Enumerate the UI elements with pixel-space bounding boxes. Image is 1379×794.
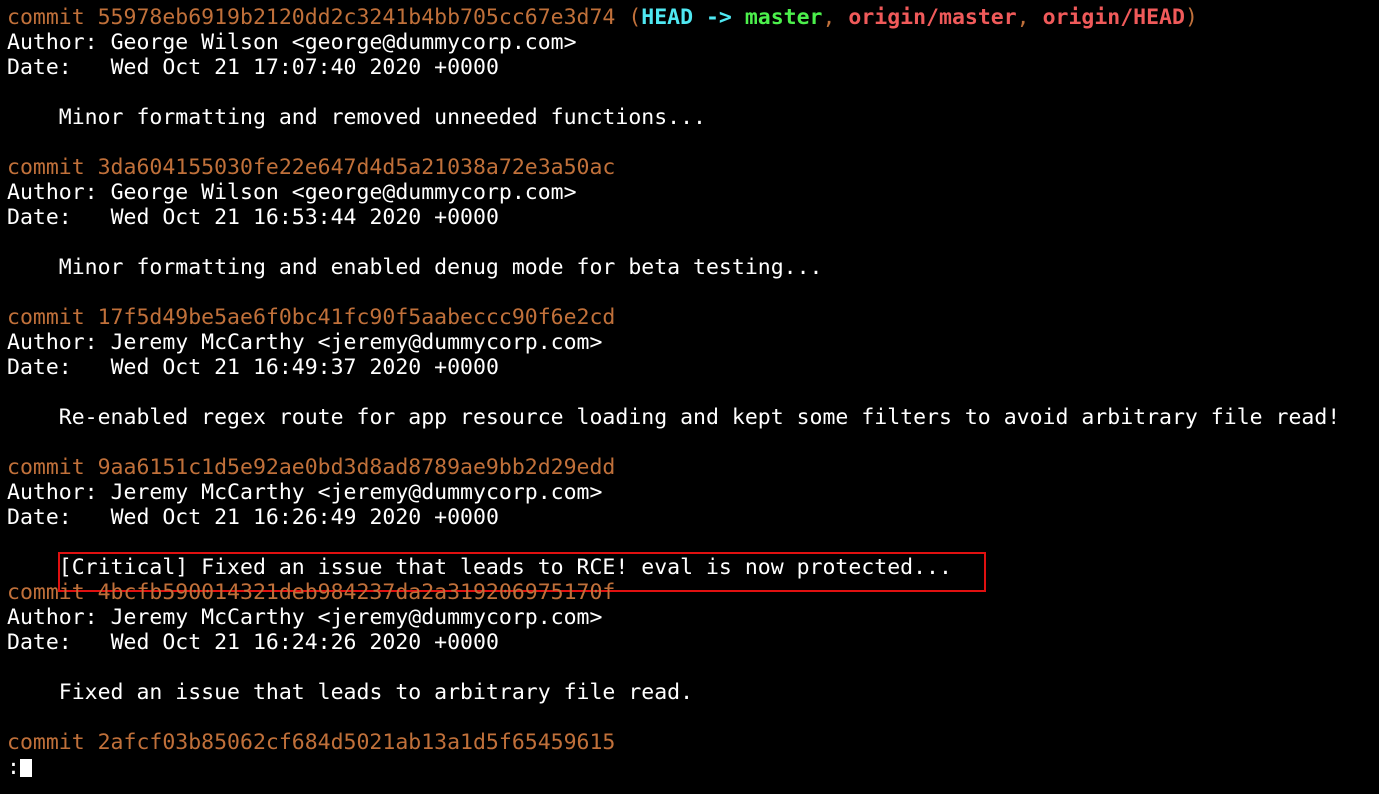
message-line: Fixed an issue that leads to arbitrary f… bbox=[7, 680, 1377, 705]
date-line: Date: Wed Oct 21 16:53:44 2020 +0000 bbox=[7, 205, 1377, 230]
commit-line: commit 4bcfb590014321deb984237da2a319206… bbox=[7, 580, 1377, 605]
commit-keyword: commit bbox=[7, 305, 98, 330]
commit-line: commit 3da604155030fe22e647d4d5a21038a72… bbox=[7, 155, 1377, 180]
date-label: Date: bbox=[7, 505, 111, 530]
author-line: Author: George Wilson <george@dummycorp.… bbox=[7, 180, 1377, 205]
message-line: Re-enabled regex route for app resource … bbox=[7, 405, 1377, 430]
ref-arrow: -> bbox=[693, 5, 745, 30]
author-label: Author: bbox=[7, 480, 111, 505]
commit-message: Minor formatting and enabled denug mode … bbox=[58, 255, 823, 280]
commit-message: Re-enabled regex route for app resource … bbox=[58, 405, 1341, 430]
commit-line: commit 2afcf03b85062cf684d5021ab13a1d5f6… bbox=[7, 730, 1377, 755]
commit-hash: 4bcfb590014321deb984237da2a319206975170f bbox=[97, 580, 616, 605]
message-indent bbox=[7, 105, 59, 130]
pager-prompt: : bbox=[7, 755, 20, 780]
commit-keyword: commit bbox=[7, 155, 98, 180]
author-value: George Wilson <george@dummycorp.com> bbox=[110, 180, 577, 205]
author-label: Author: bbox=[7, 330, 111, 355]
pager-prompt-line[interactable]: : bbox=[7, 755, 1377, 780]
commit-line: commit 55978eb6919b2120dd2c3241b4bb705cc… bbox=[7, 5, 1377, 30]
ref-separator: , bbox=[1016, 5, 1043, 30]
message-line: Minor formatting and removed unneeded fu… bbox=[7, 105, 1377, 130]
date-label: Date: bbox=[7, 355, 111, 380]
date-value: Wed Oct 21 16:24:26 2020 +0000 bbox=[110, 630, 499, 655]
date-line: Date: Wed Oct 21 16:26:49 2020 +0000 bbox=[7, 505, 1377, 530]
commit-line: commit 17f5d49be5ae6f0bc41fc90f5aabeccc9… bbox=[7, 305, 1377, 330]
commit-hash: 3da604155030fe22e647d4d5a21038a72e3a50ac bbox=[97, 155, 616, 180]
author-label: Author: bbox=[7, 30, 111, 55]
commit-keyword: commit bbox=[7, 730, 98, 755]
date-value: Wed Oct 21 16:53:44 2020 +0000 bbox=[110, 205, 499, 230]
message-line: Minor formatting and enabled denug mode … bbox=[7, 255, 1377, 280]
commit-hash: 17f5d49be5ae6f0bc41fc90f5aabeccc90f6e2cd bbox=[97, 305, 616, 330]
refs-open: ( bbox=[615, 5, 642, 30]
commit-keyword: commit bbox=[7, 455, 98, 480]
commit-keyword: commit bbox=[7, 5, 98, 30]
ref-remote-head: origin/HEAD bbox=[1042, 5, 1185, 30]
date-value: Wed Oct 21 17:07:40 2020 +0000 bbox=[110, 55, 499, 80]
author-line: Author: Jeremy McCarthy <jeremy@dummycor… bbox=[7, 480, 1377, 505]
date-label: Date: bbox=[7, 630, 111, 655]
message-indent bbox=[7, 405, 59, 430]
author-value: George Wilson <george@dummycorp.com> bbox=[110, 30, 577, 55]
date-value: Wed Oct 21 16:26:49 2020 +0000 bbox=[110, 505, 499, 530]
terminal-git-log: commit 55978eb6919b2120dd2c3241b4bb705cc… bbox=[7, 5, 1377, 780]
commit-hash: 9aa6151c1d5e92ae0bd3d8ad8789ae9bb2d29edd bbox=[97, 455, 616, 480]
author-label: Author: bbox=[7, 605, 111, 630]
author-value: Jeremy McCarthy <jeremy@dummycorp.com> bbox=[110, 480, 603, 505]
message-indent bbox=[7, 555, 59, 580]
author-value: Jeremy McCarthy <jeremy@dummycorp.com> bbox=[110, 330, 603, 355]
date-label: Date: bbox=[7, 55, 111, 80]
author-line: Author: Jeremy McCarthy <jeremy@dummycor… bbox=[7, 605, 1377, 630]
commit-hash: 55978eb6919b2120dd2c3241b4bb705cc67e3d74 bbox=[97, 5, 616, 30]
commit-message: Fixed an issue that leads to arbitrary f… bbox=[58, 680, 694, 705]
message-line-highlighted: [Critical] Fixed an issue that leads to … bbox=[7, 552, 1377, 592]
date-label: Date: bbox=[7, 205, 111, 230]
ref-head: HEAD bbox=[641, 5, 694, 30]
message-indent bbox=[7, 255, 59, 280]
author-line: Author: George Wilson <george@dummycorp.… bbox=[7, 30, 1377, 55]
text-cursor bbox=[19, 759, 32, 777]
date-line: Date: Wed Oct 21 16:49:37 2020 +0000 bbox=[7, 355, 1377, 380]
author-line: Author: Jeremy McCarthy <jeremy@dummycor… bbox=[7, 330, 1377, 355]
date-line: Date: Wed Oct 21 16:24:26 2020 +0000 bbox=[7, 630, 1377, 655]
author-value: Jeremy McCarthy <jeremy@dummycorp.com> bbox=[110, 605, 603, 630]
commit-hash: 2afcf03b85062cf684d5021ab13a1d5f65459615 bbox=[97, 730, 616, 755]
author-label: Author: bbox=[7, 180, 111, 205]
message-indent bbox=[7, 680, 59, 705]
refs-close: ) bbox=[1184, 5, 1198, 30]
ref-local-branch: master bbox=[744, 5, 823, 30]
commit-keyword: commit bbox=[7, 580, 98, 605]
ref-remote-branch: origin/master bbox=[848, 5, 1017, 30]
date-value: Wed Oct 21 16:49:37 2020 +0000 bbox=[110, 355, 499, 380]
commit-message: [Critical] Fixed an issue that leads to … bbox=[58, 555, 952, 580]
ref-separator: , bbox=[822, 5, 849, 30]
commit-message: Minor formatting and removed unneeded fu… bbox=[58, 105, 706, 130]
commit-line: commit 9aa6151c1d5e92ae0bd3d8ad8789ae9bb… bbox=[7, 455, 1377, 480]
date-line: Date: Wed Oct 21 17:07:40 2020 +0000 bbox=[7, 55, 1377, 80]
